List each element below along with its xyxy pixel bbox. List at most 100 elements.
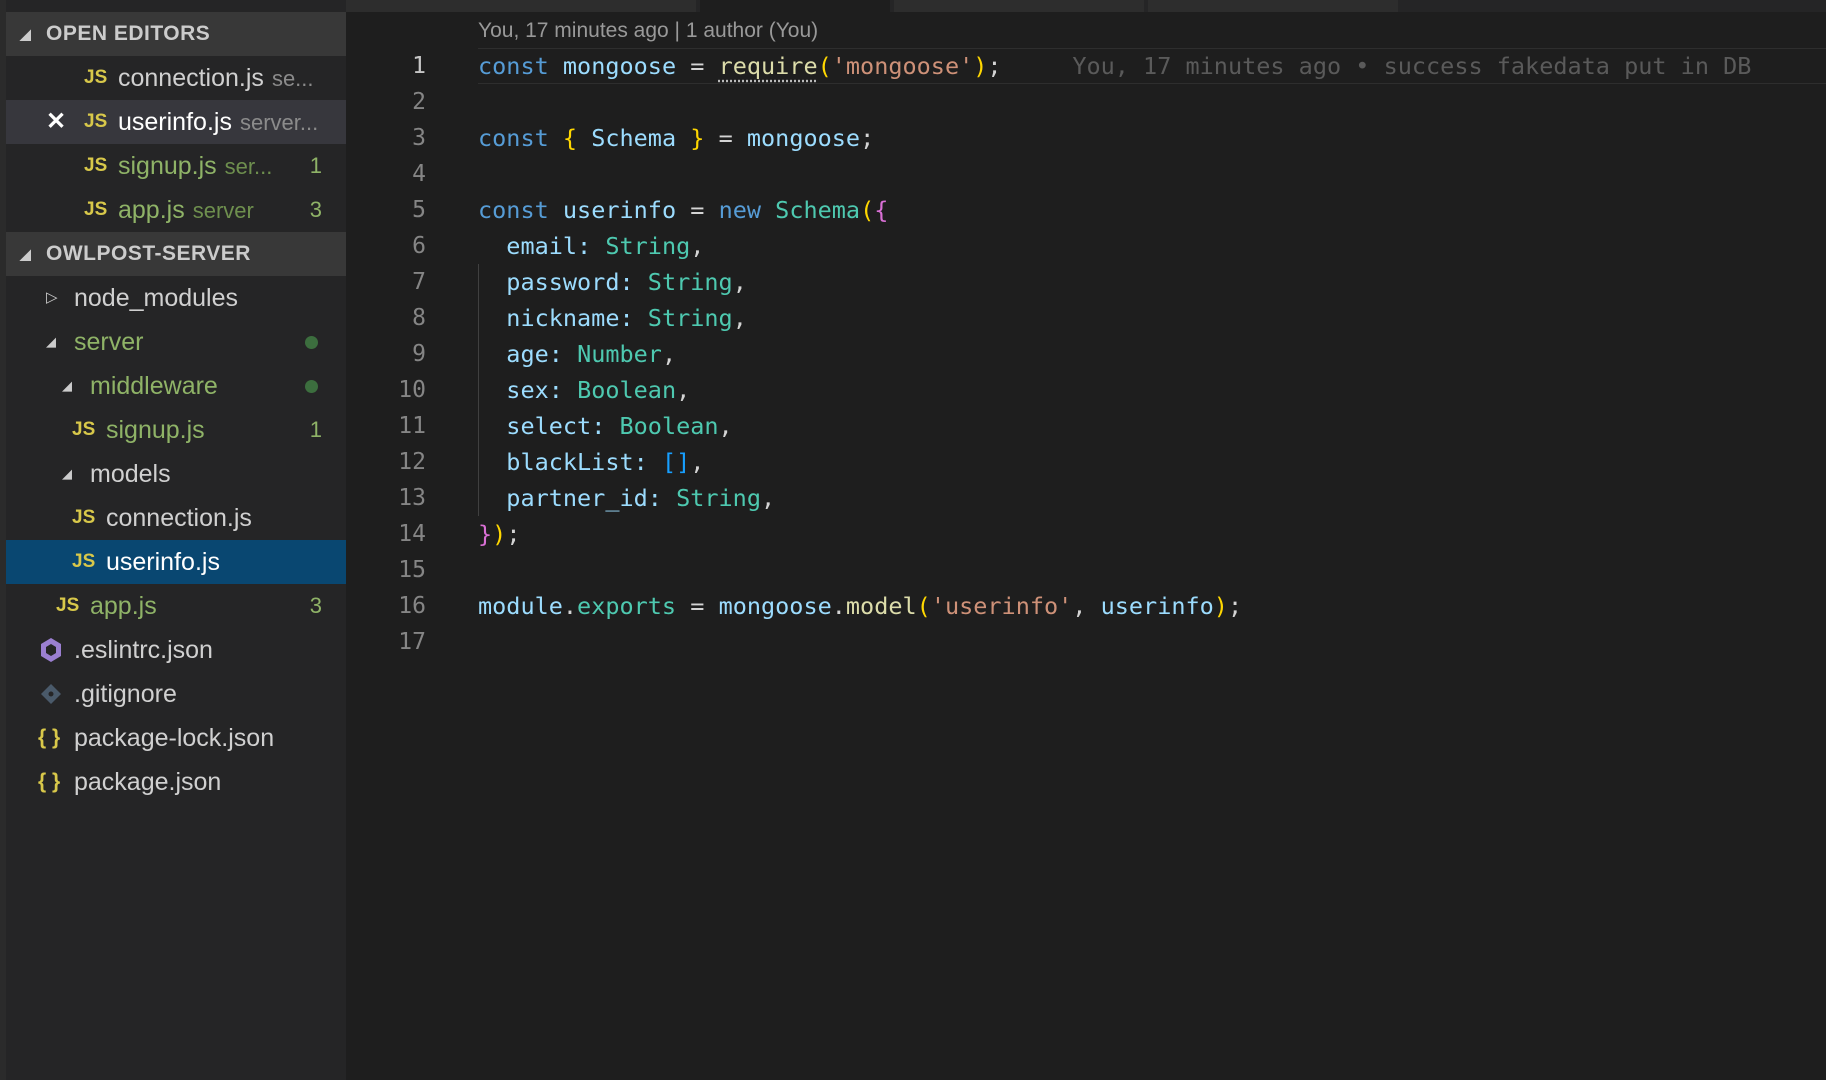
tree-item-label: models [90,460,171,488]
tree-item-label: package-lock.json [74,724,275,752]
modified-dot-icon [305,336,318,349]
code-line[interactable]: select: Boolean, [478,408,1826,444]
open-editor-item[interactable]: JS app.js server 3 [6,188,346,232]
tree-item-package-json[interactable]: { } package.json [6,760,346,804]
editor-tab[interactable] [1148,0,1398,12]
type-name: Boolean [577,376,677,404]
project-folder-header[interactable]: ◢ OWLPOST-SERVER [6,232,346,276]
code-line[interactable]: }); [478,516,1826,552]
property-key: sex [506,376,549,404]
code-lines[interactable]: const mongoose = require('mongoose'); Yo… [478,48,1826,660]
tree-item-server[interactable]: ◢ server [6,320,346,364]
chevron-right-icon: ▷ [46,289,58,306]
property-key: nickname [506,304,620,332]
property-name: exports [577,592,677,620]
property-key: blackList [506,448,634,476]
line-number: 1 [412,53,426,79]
tree-item-package-lock[interactable]: { } package-lock.json [6,716,346,760]
tree-item-node-modules[interactable]: ▷ node_modules [6,276,346,320]
open-editor-item[interactable]: JS connection.js se... [6,56,346,100]
js-file-icon: JS [84,199,108,220]
code-line[interactable]: email: String, [478,228,1826,264]
line-number: 6 [412,233,426,259]
modified-dot-icon [305,380,318,393]
open-editors-header[interactable]: ◢ OPEN EDITORS [6,12,346,56]
chevron-down-icon: ◢ [62,378,72,393]
function-name: model [845,592,917,620]
tree-item-label: .eslintrc.json [74,636,213,664]
code-line[interactable]: sex: Boolean, [478,372,1826,408]
tree-item-middleware[interactable]: ◢ middleware [6,364,346,408]
type-name: Number [577,340,662,368]
line-number: 12 [398,449,426,475]
identifier: mongoose [718,592,832,620]
code-line[interactable]: password: String, [478,264,1826,300]
open-editor-path: ser... [224,154,273,179]
code-line[interactable]: const mongoose = require('mongoose'); Yo… [478,48,1826,84]
tree-item-signup-js[interactable]: JS signup.js 1 [6,408,346,452]
chevron-down-icon: ◢ [46,334,56,349]
js-file-icon: JS [56,595,80,616]
tree-item-label: userinfo.js [106,548,220,576]
json-braces-icon: { } [38,726,61,749]
code-editor[interactable]: You, 17 minutes ago | 1 author (You) 1 2… [346,12,1826,1080]
line-number: 8 [412,305,426,331]
tree-item-label: .gitignore [74,680,177,708]
line-number: 16 [398,593,426,619]
code-line[interactable]: nickname: String, [478,300,1826,336]
line-number-gutter: 1 2 3 4 5 6 7 8 9 10 11 12 13 14 15 16 1… [346,48,426,660]
tree-item-gitignore[interactable]: .gitignore [6,672,346,716]
property-key: age [506,340,549,368]
property-key: partner_id [506,484,648,512]
code-line[interactable]: blackList: [], [478,444,1826,480]
tree-item-app-js[interactable]: JS app.js 3 [6,584,346,628]
js-file-icon: JS [72,507,96,528]
identifier: userinfo [1100,592,1214,620]
identifier: Schema [591,124,677,152]
identifier: module [478,592,563,620]
js-file-icon: JS [84,111,108,132]
code-line[interactable] [478,552,1826,588]
chevron-down-icon: ◢ [62,466,72,481]
codelens-authorship[interactable]: You, 17 minutes ago | 1 author (You) [478,19,818,43]
code-line[interactable]: module.exports = mongoose.model('userinf… [478,588,1826,624]
code-line[interactable] [478,624,1826,660]
code-line[interactable]: const userinfo = new Schema({ [478,192,1826,228]
line-number: 4 [412,161,426,187]
keyword: const [478,52,549,80]
open-editor-name: app.js [118,196,185,224]
open-editor-item-active[interactable]: ✕ JS userinfo.js server... [6,100,346,144]
code-line[interactable]: const { Schema } = mongoose; [478,120,1826,156]
string-literal: 'userinfo' [930,592,1073,620]
line-number: 10 [398,377,426,403]
code-line[interactable]: age: Number, [478,336,1826,372]
line-number: 7 [412,269,426,295]
chevron-down-icon: ◢ [20,246,32,262]
array-literal: [] [661,448,691,476]
tree-item-label: signup.js [106,416,205,444]
explorer-sidebar: ◢ OPEN EDITORS JS connection.js se... ✕ J… [6,0,346,1080]
open-editor-path: server [192,198,254,223]
line-number: 2 [412,89,426,115]
tree-item-eslintrc[interactable]: .eslintrc.json [6,628,346,672]
json-braces-icon: { } [38,770,61,793]
editor-tab[interactable] [894,0,1144,12]
type-name: Boolean [619,412,719,440]
editor-tab-active[interactable] [700,0,890,12]
code-line[interactable]: partner_id: String, [478,480,1826,516]
type-name: String [676,484,761,512]
property-key: select [506,412,592,440]
tree-item-connection-js[interactable]: JS connection.js [6,496,346,540]
close-icon[interactable]: ✕ [46,100,66,144]
type-name: String [647,268,733,296]
open-editor-item[interactable]: JS signup.js ser... 1 [6,144,346,188]
tree-item-models[interactable]: ◢ models [6,452,346,496]
editor-tab[interactable] [346,0,696,12]
tree-item-label: package.json [74,768,222,796]
function-name: require [718,52,818,80]
tree-item-userinfo-js[interactable]: JS userinfo.js [6,540,346,584]
indent-guide [478,264,479,516]
code-line[interactable] [478,156,1826,192]
js-file-icon: JS [84,155,108,176]
code-line[interactable] [478,84,1826,120]
